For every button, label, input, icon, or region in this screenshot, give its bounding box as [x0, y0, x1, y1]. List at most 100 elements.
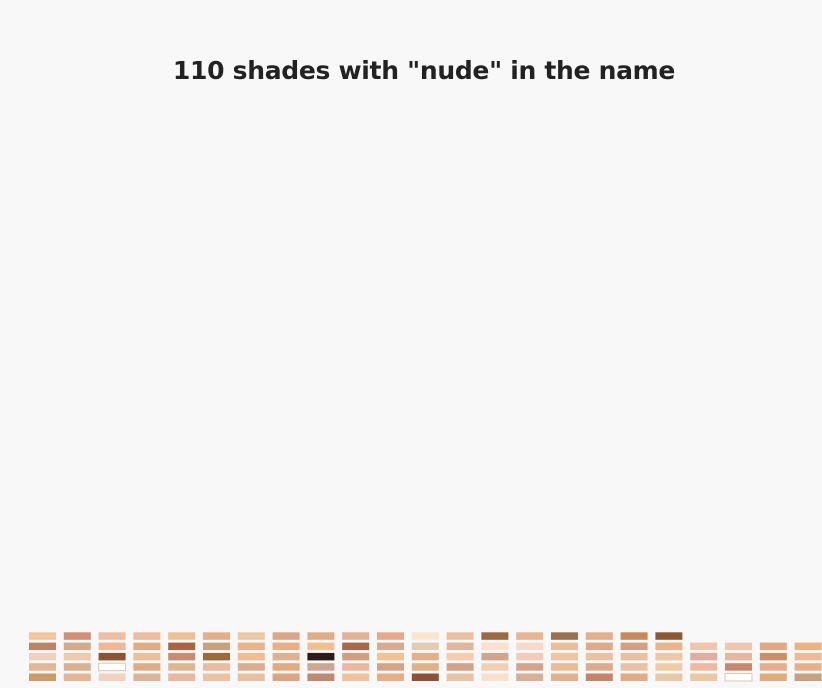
shade-swatch	[620, 673, 648, 681]
shade-swatch	[551, 652, 578, 661]
shade-swatch	[725, 663, 752, 671]
shade-swatch	[342, 652, 370, 661]
shade-swatch	[307, 642, 335, 651]
shade-swatch	[133, 652, 161, 661]
shade-swatch	[98, 652, 126, 661]
shade-swatch	[342, 632, 370, 640]
shade-swatch	[411, 673, 439, 681]
shade-swatch	[481, 632, 509, 640]
shade-swatch	[237, 652, 265, 661]
shade-swatch	[203, 642, 230, 651]
shade-swatch	[759, 663, 787, 671]
shade-swatch	[98, 642, 126, 651]
shade-swatch	[446, 642, 474, 651]
shade-swatch	[168, 632, 196, 640]
shade-swatch	[272, 632, 300, 640]
shade-swatch	[655, 663, 683, 671]
shade-swatch	[98, 662, 127, 672]
shade-swatch	[63, 642, 91, 651]
shade-swatch	[585, 673, 613, 681]
shade-swatch	[724, 673, 753, 682]
chart-page: 110 shades with "nude" in the name	[0, 0, 822, 688]
shade-swatch	[411, 652, 439, 661]
shade-swatch	[446, 673, 474, 681]
shade-swatch	[794, 652, 822, 661]
shade-swatch	[168, 652, 196, 661]
shade-swatch	[620, 663, 648, 671]
shade-swatch	[272, 642, 300, 651]
shade-swatch	[377, 632, 404, 640]
shade-swatch	[237, 632, 265, 640]
shade-swatch	[98, 673, 126, 681]
shade-swatch	[446, 663, 474, 671]
shade-swatch	[551, 632, 578, 640]
shade-swatch	[377, 663, 404, 671]
shade-swatch	[481, 652, 509, 661]
shade-swatch	[690, 652, 718, 661]
shade-swatch	[307, 652, 335, 661]
shade-swatch	[585, 632, 613, 640]
shade-swatch	[411, 632, 439, 640]
shade-swatch	[307, 632, 335, 640]
shade-swatch	[411, 663, 439, 671]
shade-swatch	[377, 673, 404, 681]
shade-swatch	[237, 642, 265, 651]
shade-swatch	[29, 632, 56, 640]
shade-swatch	[516, 673, 544, 681]
shade-swatch	[377, 652, 404, 661]
shade-swatch	[585, 652, 613, 661]
shade-swatch	[272, 673, 300, 681]
shade-swatch	[794, 663, 822, 671]
shade-swatch	[481, 663, 509, 671]
shade-swatch	[585, 642, 613, 651]
shade-swatch	[342, 663, 370, 671]
shade-swatch	[446, 652, 474, 661]
shade-swatch	[133, 673, 161, 681]
shade-swatch	[411, 642, 439, 651]
shade-swatch	[29, 642, 56, 651]
shade-swatch	[237, 673, 265, 681]
shade-swatch	[342, 673, 370, 681]
shade-swatch	[29, 652, 56, 661]
shade-swatch	[203, 663, 230, 671]
shade-swatch	[63, 632, 91, 640]
shade-swatch	[655, 652, 683, 661]
shade-swatch	[203, 632, 230, 640]
shade-swatch	[133, 642, 161, 651]
shade-swatch	[133, 663, 161, 671]
shade-swatch	[759, 652, 787, 661]
shade-swatch	[29, 673, 56, 681]
shade-swatch	[63, 652, 91, 661]
shade-swatch	[725, 652, 752, 661]
shade-swatch	[690, 642, 718, 651]
shade-swatch	[342, 642, 370, 651]
shade-swatch	[585, 663, 613, 671]
shade-swatch	[516, 632, 544, 640]
shade-swatch	[168, 642, 196, 651]
shade-swatch	[655, 673, 683, 681]
shade-swatch	[516, 652, 544, 661]
shade-swatch	[481, 673, 509, 681]
shade-swatch	[29, 663, 56, 671]
shade-swatch	[481, 642, 509, 651]
shade-swatch	[307, 663, 335, 671]
shade-swatch	[307, 673, 335, 681]
shade-swatch	[551, 673, 578, 681]
shade-swatch	[690, 673, 718, 681]
shade-swatch	[168, 663, 196, 671]
shade-swatch	[237, 663, 265, 671]
shade-swatch	[690, 663, 718, 671]
shade-swatch	[759, 642, 787, 651]
shade-swatch	[168, 673, 196, 681]
shade-swatch	[620, 642, 648, 651]
swatch-grid	[29, 632, 822, 682]
shade-swatch	[203, 673, 230, 681]
shade-swatch	[63, 673, 91, 681]
shade-swatch	[98, 632, 126, 640]
shade-swatch	[620, 652, 648, 661]
shade-swatch	[516, 642, 544, 651]
shade-swatch	[133, 632, 161, 640]
shade-swatch	[377, 642, 404, 651]
shade-swatch	[551, 663, 578, 671]
shade-swatch	[272, 652, 300, 661]
